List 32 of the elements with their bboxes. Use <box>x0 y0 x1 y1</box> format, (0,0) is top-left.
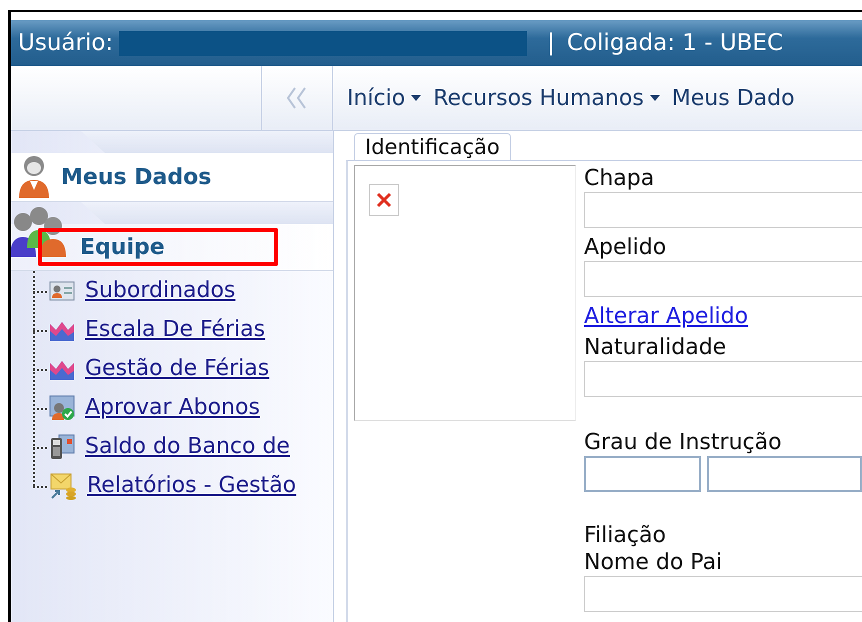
input-field[interactable] <box>707 456 862 492</box>
field-label: Grau de Instrução <box>584 429 783 456</box>
input-field[interactable] <box>584 456 701 492</box>
approve-icon <box>49 394 75 420</box>
tab[interactable]: Identificação <box>354 133 511 160</box>
nav-link[interactable]: Aprovar Abonos <box>85 395 260 420</box>
nav-link[interactable]: Gestão de Férias <box>85 356 270 381</box>
company-label: Coligada: 1 - UBEC <box>566 30 784 56</box>
nav-link[interactable]: Relatórios - Gestão <box>87 473 296 498</box>
id-card-icon <box>49 278 75 302</box>
menu-item[interactable]: Início <box>347 86 422 110</box>
menu-item[interactable]: Meus Dado <box>672 86 795 110</box>
input-field[interactable] <box>584 576 862 612</box>
input-field[interactable] <box>584 261 862 297</box>
link[interactable]: Alterar Apelido <box>584 303 748 330</box>
field-label: Nome do Pai <box>584 549 724 576</box>
field-label: Naturalidade <box>584 334 728 361</box>
separator: | <box>547 30 555 56</box>
user-label: Usuário: <box>18 30 114 56</box>
report-icon <box>49 472 77 500</box>
input-field[interactable] <box>584 192 862 228</box>
section-heading: Filiação <box>584 522 667 549</box>
calculator-icon <box>49 434 75 460</box>
nav-link[interactable]: Escala De Férias <box>85 317 266 342</box>
field-label: Chapa <box>584 165 656 192</box>
menu-item[interactable]: Recursos Humanos <box>433 86 660 110</box>
input-field[interactable] <box>584 361 862 397</box>
field-label: Apelido <box>584 234 668 261</box>
broken-image-icon <box>369 184 399 216</box>
section-title[interactable]: Equipe <box>80 234 165 260</box>
nav-link[interactable]: Subordinados <box>85 278 236 303</box>
nav-link[interactable]: Saldo do Banco de <box>85 434 290 459</box>
